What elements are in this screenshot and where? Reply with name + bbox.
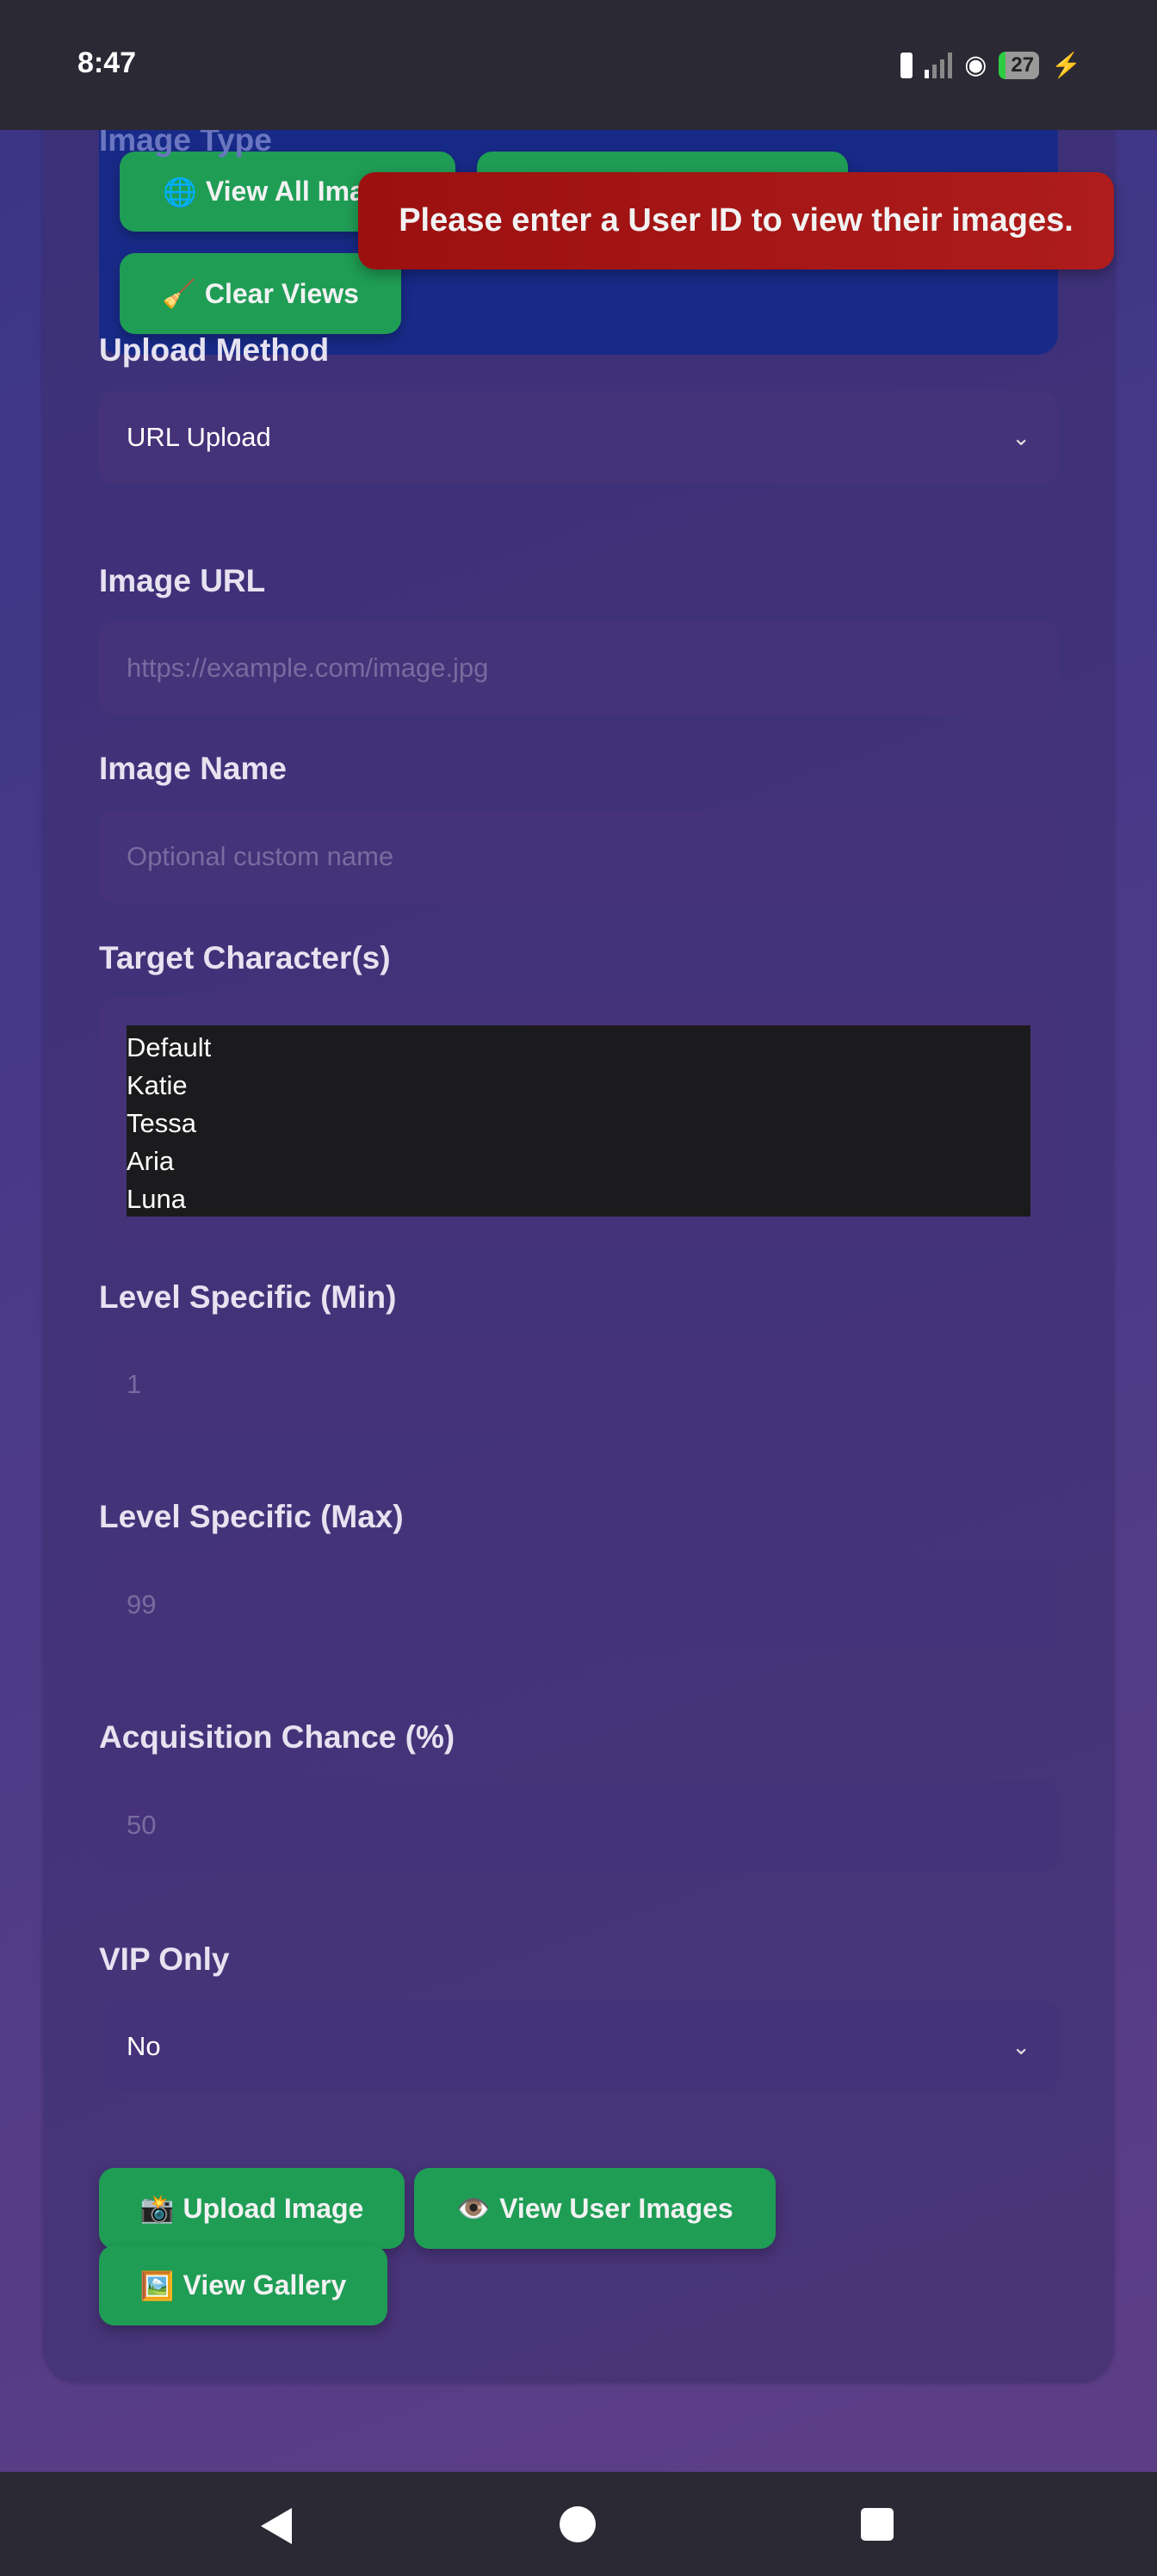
upload-method-label: Upload Method bbox=[99, 332, 330, 368]
character-option[interactable]: Default bbox=[127, 1029, 1030, 1067]
image-name-input[interactable]: Optional custom name bbox=[99, 810, 1058, 903]
view-user-images-button[interactable]: 👁️ View User Images bbox=[414, 2168, 776, 2249]
chevron-down-icon: ⌄ bbox=[1012, 424, 1030, 450]
level-max-label: Level Specific (Max) bbox=[99, 1499, 404, 1534]
upload-image-button[interactable]: 📸 Upload Image bbox=[99, 2168, 405, 2249]
signal-icon bbox=[925, 52, 953, 78]
battery-icon: 27 bbox=[999, 51, 1040, 79]
acquisition-chance-input[interactable]: 50 bbox=[99, 1779, 1058, 1872]
upload-method-select[interactable]: URL Upload ⌄ bbox=[99, 391, 1058, 484]
broom-icon: 🧹 bbox=[162, 278, 196, 309]
recents-button[interactable] bbox=[861, 2508, 894, 2541]
image-name-label: Image Name bbox=[99, 751, 287, 786]
character-option[interactable]: Aria bbox=[127, 1142, 1030, 1180]
chevron-down-icon: ⌄ bbox=[1012, 2033, 1030, 2059]
home-button[interactable] bbox=[560, 2506, 596, 2542]
view-gallery-button[interactable]: 🖼️ View Gallery bbox=[99, 2245, 387, 2325]
wifi-icon: ◉ bbox=[964, 51, 987, 79]
target-characters-label: Target Character(s) bbox=[99, 940, 391, 975]
level-min-input[interactable]: 1 bbox=[99, 1338, 1058, 1431]
charging-icon: ⚡ bbox=[1051, 52, 1081, 78]
vip-only-select[interactable]: No ⌄ bbox=[99, 2000, 1058, 2093]
eye-icon: 👁️ bbox=[456, 2193, 492, 2224]
character-option[interactable]: Luna bbox=[127, 1180, 1030, 1218]
back-button[interactable] bbox=[261, 2508, 292, 2544]
clear-views-button[interactable]: 🧹 Clear Views bbox=[120, 253, 401, 334]
status-bar: 8:47 ◉ 27 ⚡ bbox=[0, 0, 1157, 130]
vip-only-label: VIP Only bbox=[99, 1941, 230, 1977]
navigation-bar bbox=[0, 2472, 1157, 2576]
error-toast: Please enter a User ID to view their ima… bbox=[358, 172, 1114, 269]
picture-icon: 🖼️ bbox=[139, 2269, 175, 2301]
character-option[interactable]: Tessa bbox=[127, 1105, 1030, 1142]
globe-icon: 🌐 bbox=[163, 176, 197, 207]
vibrate-icon bbox=[900, 52, 913, 78]
image-url-label: Image URL bbox=[99, 563, 266, 598]
level-min-label: Level Specific (Min) bbox=[99, 1279, 397, 1315]
target-characters-multiselect[interactable]: Default Katie Tessa Aria Luna bbox=[127, 1025, 1030, 1217]
acquisition-chance-label: Acquisition Chance (%) bbox=[99, 1719, 455, 1755]
camera-icon: 📸 bbox=[139, 2193, 175, 2224]
clock: 8:47 bbox=[77, 46, 137, 79]
level-max-input[interactable]: 99 bbox=[99, 1558, 1058, 1651]
image-url-input[interactable]: https://example.com/image.jpg bbox=[99, 622, 1058, 715]
character-option[interactable]: Katie bbox=[127, 1067, 1030, 1105]
image-type-label: Image Type bbox=[99, 122, 272, 158]
